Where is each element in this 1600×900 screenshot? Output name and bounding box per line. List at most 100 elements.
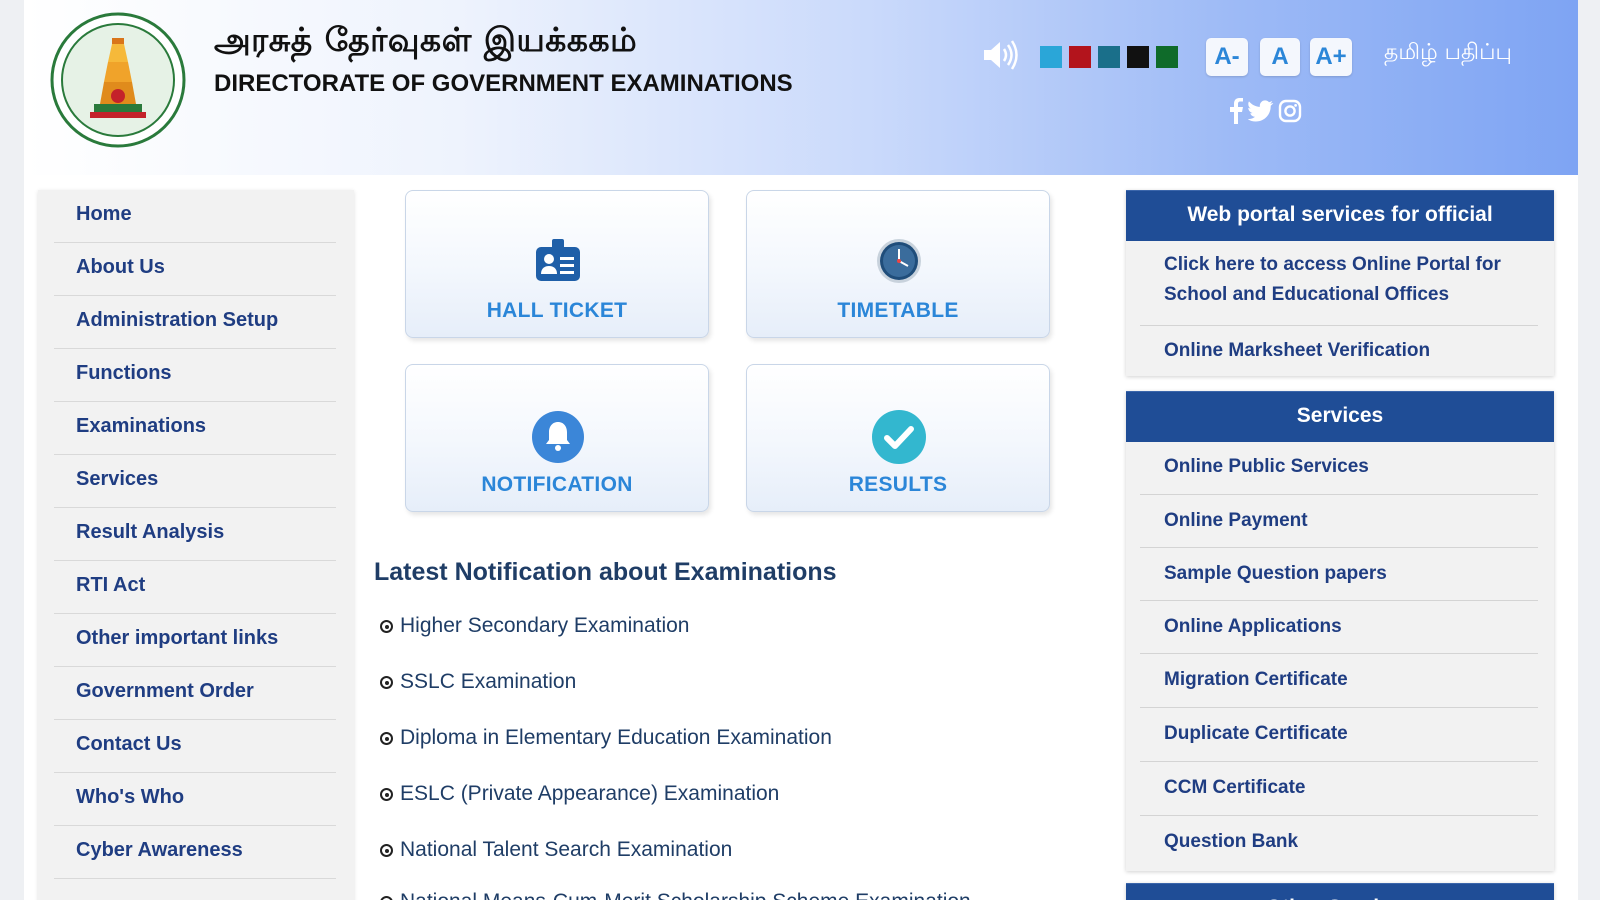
theme-color-swatches [1040,46,1178,68]
site-header: அரசுத் தேர்வுகள் இயக்ககம் DIRECTORATE OF… [24,0,1578,175]
clock-icon [877,239,921,283]
sidebar-item-contact-us[interactable]: Contact Us [54,720,336,773]
notification-item[interactable]: Diploma in Elementary Education Examinat… [380,726,832,756]
id-card-icon [536,239,580,281]
service-link-online-payment[interactable]: Online Payment [1140,495,1538,548]
sidebar-item-label: Services [76,468,159,490]
hall-ticket-label: HALL TICKET [486,299,628,322]
bullet-icon [380,788,393,801]
bullet-icon [380,620,393,633]
notification-text: Diploma in Elementary Education Examinat… [400,726,832,749]
theme-swatch-teal[interactable] [1098,46,1120,68]
service-link-online-applications[interactable]: Online Applications [1140,601,1538,654]
results-tile[interactable]: RESULTS [746,364,1050,512]
notification-text: ESLC (Private Appearance) Examination [400,782,780,805]
sidebar-item-label: Who's Who [76,786,185,808]
timetable-tile[interactable]: TIMETABLE [746,190,1050,338]
sidebar-item-result-analysis[interactable]: Result Analysis [54,508,336,561]
notification-item[interactable]: National Talent Search Examination [380,838,732,868]
sidebar-item-label: Home [76,203,132,225]
hall-ticket-tile[interactable]: HALL TICKET [405,190,709,338]
instagram-icon[interactable] [1278,99,1302,123]
service-link-ccm-certificate[interactable]: CCM Certificate [1140,762,1538,816]
sidebar-menu: Home About Us Administration Setup Funct… [38,190,354,900]
sidebar-item-label: Result Analysis [76,521,225,543]
sidebar-item-label: Cyber Awareness [76,839,243,861]
sidebar-item-label: Other important links [76,627,279,649]
other-services-panel: Other Services [1126,883,1554,900]
link-text: Online Applications [1164,616,1342,637]
timetable-label: TIMETABLE [837,299,959,322]
official-services-panel: Web portal services for official Click h… [1126,190,1554,376]
sidebar-item-label: Contact Us [76,733,182,755]
services-heading: Services [1126,391,1554,442]
bullet-icon [380,896,393,900]
link-text: Question Bank [1164,831,1299,852]
results-label: RESULTS [848,473,948,496]
title-english: DIRECTORATE OF GOVERNMENT EXAMINATIONS [214,70,793,97]
theme-swatch-black[interactable] [1127,46,1149,68]
title-tamil: அரசுத் தேர்வுகள் இயக்ககம் [214,20,638,59]
sidebar-item-rti-act[interactable]: RTI Act [54,561,336,614]
marksheet-verification-link[interactable]: Online Marksheet Verification [1140,326,1538,376]
link-text: CCM Certificate [1164,777,1306,798]
notification-text: National Means-Cum-Merit Scholarship Sch… [400,890,971,900]
check-circle-icon [872,410,926,464]
language-toggle[interactable]: தமிழ் பதிப்பு [1384,40,1512,68]
link-text: Online Marksheet Verification [1164,340,1431,361]
sidebar-item-label: About Us [76,256,165,278]
facebook-icon[interactable] [1228,98,1244,124]
font-normal-button[interactable]: A [1260,38,1300,76]
speaker-icon[interactable] [982,38,1020,72]
theme-swatch-green[interactable] [1156,46,1178,68]
other-services-heading: Other Services [1126,883,1554,900]
bullet-icon [380,844,393,857]
sidebar-item-whos-who[interactable]: Who's Who [54,773,336,826]
notification-tile[interactable]: NOTIFICATION [405,364,709,512]
sidebar-item-about-us[interactable]: About Us [54,243,336,296]
services-panel: Services Online Public Services Online P… [1126,391,1554,871]
notification-item[interactable]: National Means-Cum-Merit Scholarship Sch… [380,890,971,900]
service-link-online-public-services[interactable]: Online Public Services [1140,441,1538,495]
bell-icon [532,411,584,463]
bullet-icon [380,732,393,745]
link-text: Click here to access Online Portal for S… [1164,254,1501,305]
service-link-migration-certificate[interactable]: Migration Certificate [1140,654,1538,708]
official-services-heading: Web portal services for official [1126,190,1554,241]
page: அரசுத் தேர்வுகள் இயக்ககம் DIRECTORATE OF… [24,0,1578,900]
notification-text: SSLC Examination [400,670,577,693]
sidebar-item-label: Government Order [76,680,254,702]
notification-item[interactable]: SSLC Examination [380,670,576,700]
twitter-icon[interactable] [1248,100,1274,122]
link-text: Migration Certificate [1164,669,1348,690]
service-link-question-bank[interactable]: Question Bank [1140,816,1538,870]
sidebar-item-other-important-links[interactable]: Other important links [54,614,336,667]
font-increase-button[interactable]: A+ [1310,38,1352,76]
sidebar-item-examinations[interactable]: Examinations [54,402,336,455]
official-portal-link[interactable]: Click here to access Online Portal for S… [1140,240,1538,326]
service-link-duplicate-certificate[interactable]: Duplicate Certificate [1140,708,1538,762]
theme-swatch-blue[interactable] [1040,46,1062,68]
sidebar-item-home[interactable]: Home [54,190,336,243]
notification-label: NOTIFICATION [481,473,633,496]
sidebar-item-functions[interactable]: Functions [54,349,336,402]
link-text: Online Payment [1164,510,1308,531]
bullet-icon [380,676,393,689]
notifications-heading: Latest Notification about Examinations [374,558,837,586]
service-link-sample-question-papers[interactable]: Sample Question papers [1140,548,1538,601]
sidebar-item-services[interactable]: Services [54,455,336,508]
font-decrease-button[interactable]: A- [1206,38,1248,76]
sidebar-item-cyber-awareness[interactable]: Cyber Awareness [54,826,336,879]
tamil-nadu-emblem[interactable] [50,12,186,148]
social-links [1228,98,1302,124]
link-text: Duplicate Certificate [1164,723,1348,744]
sidebar-item-label: RTI Act [76,574,146,596]
notification-item[interactable]: ESLC (Private Appearance) Examination [380,782,779,812]
theme-swatch-red[interactable] [1069,46,1091,68]
sidebar-item-label: Administration Setup [76,309,279,331]
sidebar-item-label: Functions [76,362,172,384]
sidebar-item-administration-setup[interactable]: Administration Setup [54,296,336,349]
link-text: Sample Question papers [1164,563,1387,584]
notification-item[interactable]: Higher Secondary Examination [380,614,690,644]
sidebar-item-government-order[interactable]: Government Order [54,667,336,720]
